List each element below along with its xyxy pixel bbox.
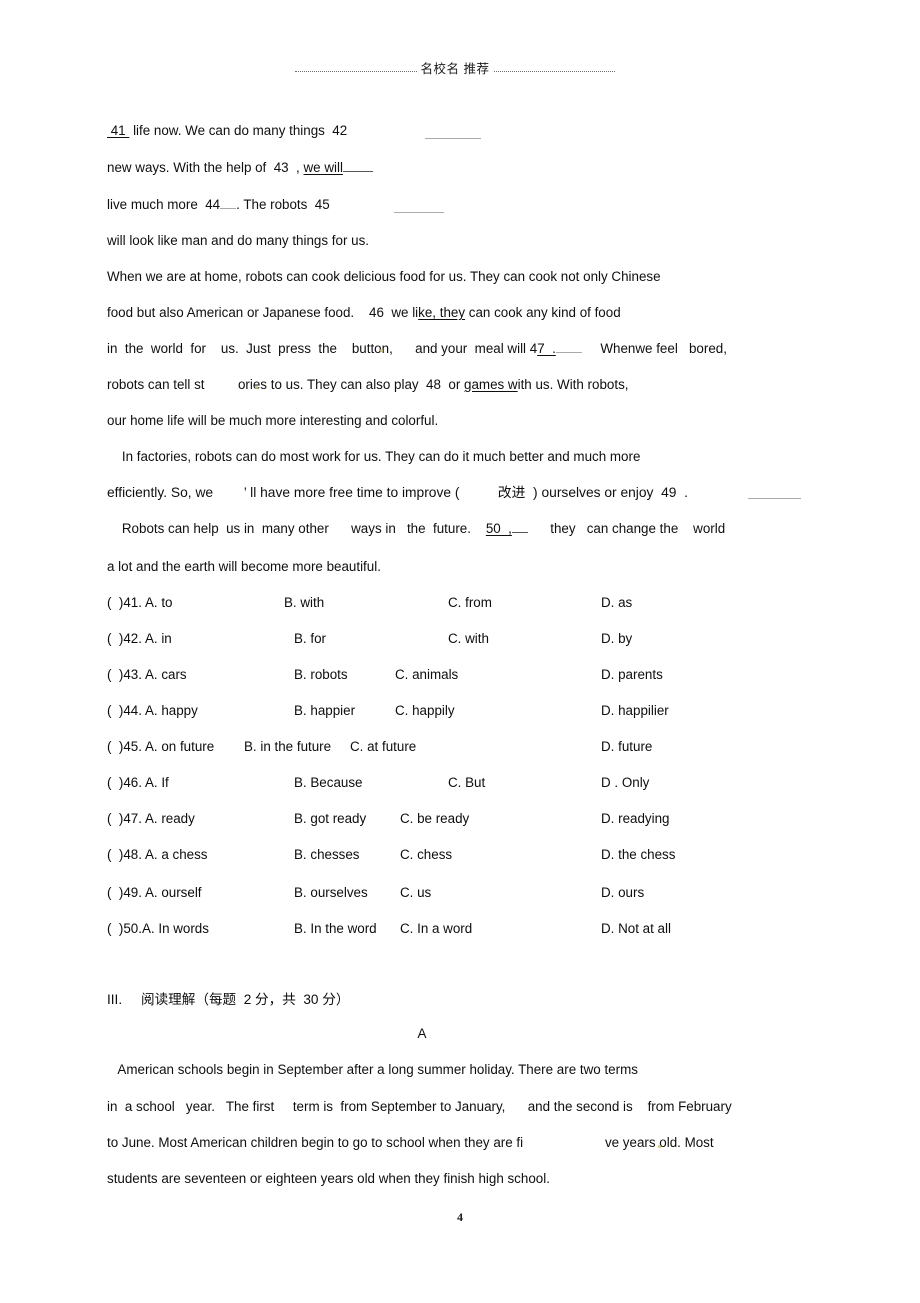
answer-blank-49[interactable] — [748, 498, 801, 499]
choice-row[interactable]: ( )44. A. happy B. happier C. happily D.… — [107, 702, 867, 720]
header-dotted-rule-right — [493, 70, 616, 72]
answer-blank-44[interactable] — [220, 197, 237, 209]
passage-line-9: our home life will be much more interest… — [107, 413, 439, 428]
choice-48-b[interactable]: B. chesses — [294, 846, 360, 864]
choice-41-b[interactable]: B. with — [284, 594, 324, 612]
passage-line-4: will look like man and do many things fo… — [107, 233, 369, 248]
choice-48-a[interactable]: ( )48. A. a chess — [107, 846, 207, 864]
passage-line-6: food but also American or Japanese food.… — [107, 305, 621, 320]
header-dotted-rule-left — [295, 70, 417, 72]
passage-line-13: a lot and the earth will become more bea… — [107, 559, 381, 574]
passage-line-8: robots can tell st ories to us. They can… — [107, 377, 629, 392]
passage-line-3: live much more 44. The robots 45 — [107, 197, 330, 212]
document-page: 名校名 推荐 41 life now. We can do many thing… — [0, 0, 920, 1303]
choice-41-c[interactable]: C. from — [448, 594, 492, 612]
choice-48-d[interactable]: D. the chess — [601, 846, 675, 864]
choice-row[interactable]: ( )43. A. cars B. robots C. animals D. p… — [107, 666, 867, 684]
page-number: 4 — [457, 1210, 463, 1224]
choice-row[interactable]: ( )42. A. in B. for C. with D. by — [107, 630, 867, 648]
choice-44-b[interactable]: B. happier — [294, 702, 355, 720]
choice-row[interactable]: ( )48. A. a chess B. chesses C. chess D.… — [107, 846, 867, 864]
choice-42-c[interactable]: C. with — [448, 630, 489, 648]
passage-line-7: in the world for us. Just press the butt… — [107, 341, 727, 356]
choice-43-d[interactable]: D. parents — [601, 666, 663, 684]
choice-50-a[interactable]: ( )50.A. In words — [107, 920, 209, 938]
choice-46-b[interactable]: B. Because — [294, 774, 362, 792]
choice-row[interactable]: ( )49. A. ourself B. ourselves C. us D. … — [107, 884, 867, 902]
reading-section-heading: III. 阅读理解（每题 2 分，共 30 分） — [107, 992, 350, 1007]
choice-41-d[interactable]: D. as — [601, 594, 632, 612]
reading-line-1: American schools begin in September afte… — [107, 1062, 638, 1077]
choice-50-c[interactable]: C. In a word — [400, 920, 472, 938]
passage-line-5: When we are at home, robots can cook del… — [107, 269, 661, 284]
scan-speck-artifact-3 — [658, 1145, 661, 1148]
choice-row[interactable]: ( )46. A. If B. Because C. But D . Only — [107, 774, 867, 792]
choice-50-b[interactable]: B. In the word — [294, 920, 377, 938]
choice-47-c[interactable]: C. be ready — [400, 810, 469, 828]
answer-blank-45[interactable] — [394, 212, 444, 213]
answer-blank-42[interactable] — [425, 138, 481, 139]
choice-44-c[interactable]: C. happily — [395, 702, 455, 720]
choice-49-c[interactable]: C. us — [400, 884, 431, 902]
passage-line-1: 41 life now. We can do many things 42 — [107, 123, 348, 138]
answer-blank-50[interactable] — [511, 521, 528, 533]
choice-48-c[interactable]: C. chess — [400, 846, 452, 864]
choice-43-a[interactable]: ( )43. A. cars — [107, 666, 187, 684]
choice-42-d[interactable]: D. by — [601, 630, 632, 648]
choice-row[interactable]: ( )50.A. In words B. In the word C. In a… — [107, 920, 867, 938]
choice-49-d[interactable]: D. ours — [601, 884, 644, 902]
choice-45-b[interactable]: B. in the future — [244, 738, 331, 756]
reading-line-2: in a school year. The first term is from… — [107, 1099, 732, 1114]
choice-47-a[interactable]: ( )47. A. ready — [107, 810, 195, 828]
choice-row[interactable]: ( )47. A. ready B. got ready C. be ready… — [107, 810, 867, 828]
choice-43-c[interactable]: C. animals — [395, 666, 458, 684]
choice-45-a[interactable]: ( )45. A. on future — [107, 738, 214, 756]
choice-46-c[interactable]: C. But — [448, 774, 485, 792]
choice-50-d[interactable]: D. Not at all — [601, 920, 671, 938]
scan-speck-artifact-2 — [255, 386, 258, 389]
choice-47-b[interactable]: B. got ready — [294, 810, 366, 828]
choice-45-d[interactable]: D. future — [601, 738, 652, 756]
scan-speck-artifact — [380, 349, 383, 352]
choice-44-d[interactable]: D. happilier — [601, 702, 669, 720]
choice-49-a[interactable]: ( )49. A. ourself — [107, 884, 202, 902]
choice-42-b[interactable]: B. for — [294, 630, 326, 648]
passage-line-2: new ways. With the help of 43 , we will — [107, 160, 373, 176]
choice-row[interactable]: ( )45. A. on future B. in the future C. … — [107, 738, 867, 756]
reading-line-3: to June. Most American children begin to… — [107, 1135, 714, 1150]
choice-41-a[interactable]: ( )41. A. to — [107, 594, 173, 612]
choice-47-d[interactable]: D. readying — [601, 810, 669, 828]
choice-49-b[interactable]: B. ourselves — [294, 884, 368, 902]
choice-45-c[interactable]: C. at future — [350, 738, 416, 756]
reading-passage-label: A — [417, 1026, 427, 1041]
passage-line-12: Robots can help us in many other ways in… — [107, 521, 726, 536]
answer-blank-47[interactable] — [555, 341, 582, 353]
choice-44-a[interactable]: ( )44. A. happy — [107, 702, 198, 720]
choice-46-a[interactable]: ( )46. A. If — [107, 774, 169, 792]
choice-row[interactable]: ( )41. A. to B. with C. from D. as — [107, 594, 867, 612]
answer-blank-43[interactable] — [342, 160, 373, 172]
passage-line-10: In factories, robots can do most work fo… — [107, 449, 641, 464]
reading-line-4: students are seventeen or eighteen years… — [107, 1171, 550, 1186]
header-title: 名校名 推荐 — [420, 62, 490, 76]
choice-46-d[interactable]: D . Only — [601, 774, 649, 792]
choice-43-b[interactable]: B. robots — [294, 666, 348, 684]
passage-line-11: efficiently. So, we ’ ll have more free … — [107, 485, 688, 500]
page-header: 名校名 推荐 — [0, 58, 920, 77]
choice-42-a[interactable]: ( )42. A. in — [107, 630, 172, 648]
